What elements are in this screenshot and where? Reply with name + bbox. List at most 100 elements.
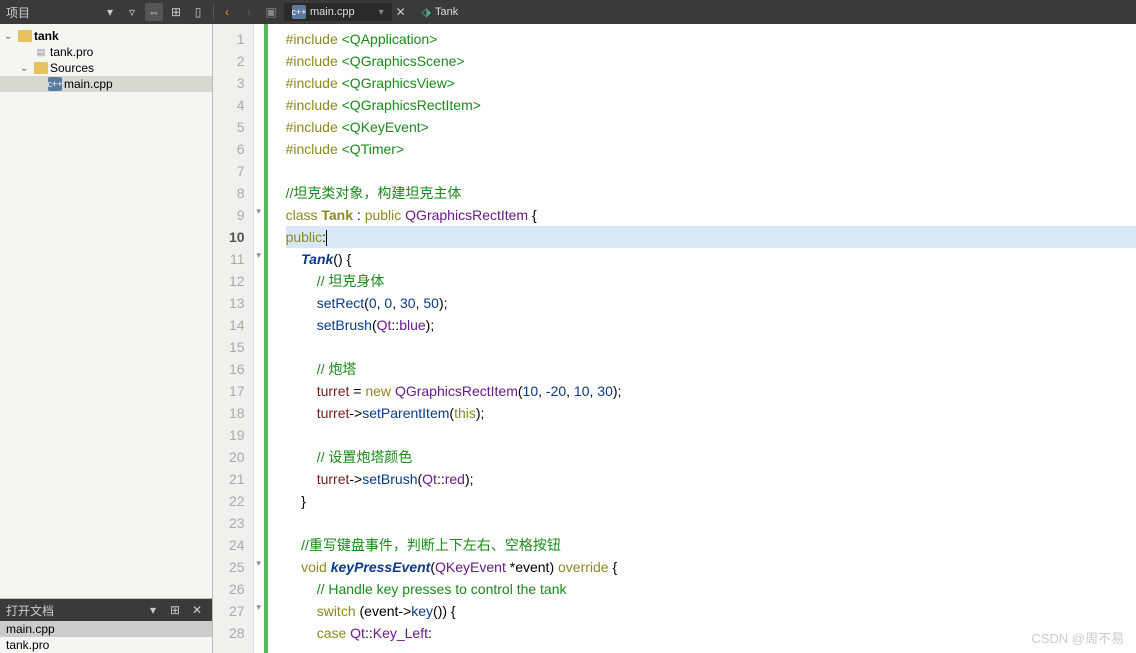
line-number: 21	[229, 468, 245, 490]
code-line[interactable]: }	[286, 490, 1136, 512]
class-symbol-icon: ⬗	[422, 5, 431, 19]
line-number: 25	[229, 556, 245, 578]
tree-item[interactable]: ▤ tank.pro	[0, 44, 212, 60]
code-line[interactable]: setRect(0, 0, 30, 50);	[286, 292, 1136, 314]
code-line[interactable]: #include <QGraphicsScene>	[286, 50, 1136, 72]
fold-marker	[254, 134, 264, 156]
fold-marker	[254, 376, 264, 398]
code-line[interactable]: //重写键盘事件，判断上下左右、空格按钮	[286, 534, 1136, 556]
fold-marker	[254, 24, 264, 46]
close-icon[interactable]: ✕	[188, 601, 206, 619]
split-icon[interactable]: ▯	[189, 3, 207, 21]
tree-label: Sources	[50, 61, 94, 75]
line-number: 7	[229, 160, 245, 182]
dropdown-icon[interactable]: ▾	[144, 601, 162, 619]
code-line[interactable]	[286, 424, 1136, 446]
fold-marker	[254, 90, 264, 112]
filter-icon[interactable]: ▿	[123, 3, 141, 21]
fold-marker	[254, 398, 264, 420]
sidebar: ⌄ tank ▤ tank.pro ⌄ Sources c++ main.cpp	[0, 24, 213, 653]
code-line[interactable]: // 设置炮塔颜色	[286, 446, 1136, 468]
fold-marker	[254, 464, 264, 486]
nav-forward-icon[interactable]: ›	[240, 3, 258, 21]
main-area: ⌄ tank ▤ tank.pro ⌄ Sources c++ main.cpp	[0, 24, 1136, 653]
doc-item[interactable]: main.cpp	[0, 621, 212, 637]
fold-marker	[254, 332, 264, 354]
code-line[interactable]: switch (event->key()) {	[286, 600, 1136, 622]
code-line[interactable]: #include <QApplication>	[286, 28, 1136, 50]
code-line[interactable]: void keyPressEvent(QKeyEvent *event) ove…	[286, 556, 1136, 578]
code-line[interactable]	[286, 336, 1136, 358]
code-line[interactable]: #include <QKeyEvent>	[286, 116, 1136, 138]
symbol-name[interactable]: Tank	[435, 6, 458, 18]
fold-marker[interactable]: ▾	[254, 552, 264, 574]
line-number: 5	[229, 116, 245, 138]
line-number: 24	[229, 534, 245, 556]
code-line[interactable]: // Handle key presses to control the tan…	[286, 578, 1136, 600]
fold-marker	[254, 618, 264, 640]
folder-icon	[18, 30, 32, 42]
fold-marker	[254, 420, 264, 442]
line-number: 9	[229, 204, 245, 226]
code-line[interactable]: turret->setBrush(Qt::red);	[286, 468, 1136, 490]
editor-tab[interactable]: c++ main.cpp ▾	[284, 3, 392, 21]
fold-marker	[254, 266, 264, 288]
tree-root[interactable]: ⌄ tank	[0, 28, 212, 44]
code-line[interactable]: setBrush(Qt::blue);	[286, 314, 1136, 336]
fold-marker	[254, 288, 264, 310]
project-pane-header: 项目 ▾ ▿ ⇔ ⊞ ▯	[0, 3, 213, 21]
line-number: 22	[229, 490, 245, 512]
add-icon[interactable]: ⊞	[167, 3, 185, 21]
line-number: 2	[229, 50, 245, 72]
code-line[interactable]: //坦克类对象，构建坦克主体	[286, 182, 1136, 204]
nav-back-icon[interactable]: ‹	[218, 3, 236, 21]
bookmark-icon[interactable]: ▣	[262, 3, 280, 21]
fold-marker[interactable]: ▾	[254, 596, 264, 618]
chevron-down-icon[interactable]: ⌄	[20, 63, 32, 74]
code-line[interactable]: // 坦克身体	[286, 270, 1136, 292]
code-line[interactable]: #include <QTimer>	[286, 138, 1136, 160]
editor-tab-bar: ‹ › ▣ c++ main.cpp ▾ ✕ ⬗ Tank	[213, 3, 1136, 21]
add-icon[interactable]: ⊞	[166, 601, 184, 619]
line-number: 20	[229, 446, 245, 468]
dropdown-icon[interactable]: ▾	[101, 3, 119, 21]
tab-dropdown-icon[interactable]: ▾	[379, 7, 384, 18]
fold-marker[interactable]: ▾	[254, 200, 264, 222]
code-line[interactable]: turret = new QGraphicsRectItem(10, -20, …	[286, 380, 1136, 402]
line-number: 15	[229, 336, 245, 358]
tree-item[interactable]: ⌄ Sources	[0, 60, 212, 76]
fold-marker	[254, 156, 264, 178]
line-number: 16	[229, 358, 245, 380]
tree-item[interactable]: c++ main.cpp	[0, 76, 212, 92]
fold-marker	[254, 178, 264, 200]
line-number: 10	[229, 226, 245, 248]
tree-label: main.cpp	[64, 77, 113, 91]
code-editor[interactable]: 1234567891011121314151617181920212223242…	[213, 24, 1136, 653]
chevron-down-icon[interactable]: ⌄	[4, 31, 16, 42]
code-line[interactable]: #include <QGraphicsRectItem>	[286, 94, 1136, 116]
open-docs-list[interactable]: main.cpp tank.pro	[0, 621, 212, 653]
top-toolbar: 项目 ▾ ▿ ⇔ ⊞ ▯ ‹ › ▣ c++ main.cpp ▾ ✕ ⬗ Ta…	[0, 0, 1136, 24]
line-number: 23	[229, 512, 245, 534]
tab-close-icon[interactable]: ✕	[396, 5, 406, 19]
project-tree[interactable]: ⌄ tank ▤ tank.pro ⌄ Sources c++ main.cpp	[0, 24, 212, 598]
code-line[interactable]: // 炮塔	[286, 358, 1136, 380]
code-line[interactable]: class Tank : public QGraphicsRectItem {	[286, 204, 1136, 226]
code-line[interactable]: turret->setParentItem(this);	[286, 402, 1136, 424]
tab-label: main.cpp	[310, 6, 355, 18]
doc-item[interactable]: tank.pro	[0, 637, 212, 653]
code-line[interactable]	[286, 512, 1136, 534]
pro-file-icon: ▤	[34, 45, 48, 59]
code-line[interactable]: case Qt::Key_Left:	[286, 622, 1136, 644]
link-icon[interactable]: ⇔	[145, 3, 163, 21]
fold-marker	[254, 46, 264, 68]
fold-marker[interactable]: ▾	[254, 244, 264, 266]
code-line[interactable]: public:	[286, 226, 1136, 248]
fold-marker	[254, 222, 264, 244]
code-line[interactable]: #include <QGraphicsView>	[286, 72, 1136, 94]
tree-label: tank.pro	[50, 45, 93, 59]
fold-strip[interactable]: ▾ ▾ ▾ ▾	[254, 24, 268, 653]
code-line[interactable]: Tank() {	[286, 248, 1136, 270]
code-line[interactable]	[286, 160, 1136, 182]
code-area[interactable]: #include <QApplication>#include <QGraphi…	[268, 24, 1136, 653]
